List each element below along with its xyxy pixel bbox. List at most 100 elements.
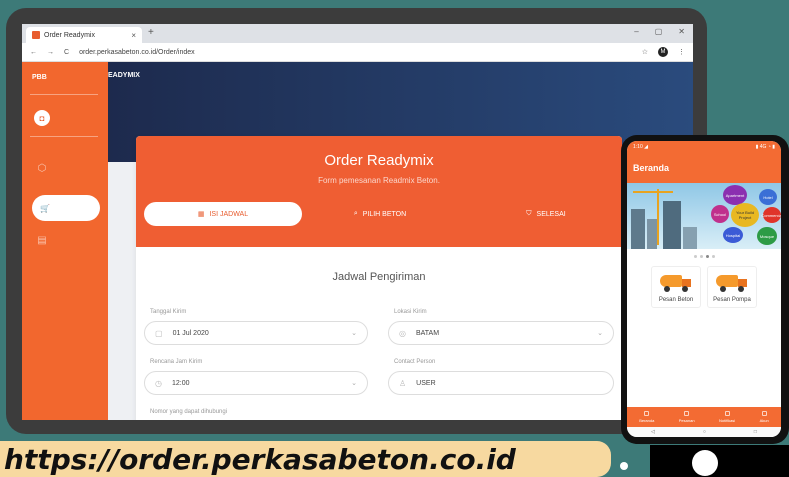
calendar-icon: ▦ [197,211,205,218]
chevron-down-icon: ⌄ [351,330,357,337]
tanggal-value: 01 Jul 2020 [172,329,209,337]
browser-tab[interactable]: Order Readymix × [26,27,142,43]
sidebar: PBB ◘ ⬡ 🛒 ▤ [22,62,108,420]
jam-value: 12:00 [171,379,190,387]
orders-icon [684,411,690,416]
step-pilih-beton[interactable]: ⌕ PILIH BETON [340,202,420,226]
crane-arm-shape [633,191,673,193]
jam-label: Rencana Jam Kirim [150,359,203,365]
back-button[interactable]: ← [30,49,37,56]
reload-button[interactable]: C [64,49,69,56]
nav-notifikasi[interactable]: Notifikasi [719,411,735,423]
building-shape [631,209,645,249]
web-app: EADYMIX PBB ◘ ⬡ 🛒 ▤ Order Readymix Form … [22,62,693,420]
brand-label: PBB [32,74,47,81]
phone-screen: 1:10 ◢ ▮ 4G ◔ ▮ Beranda Apartment Hotel … [627,141,781,437]
user-icon: ♙ [399,378,407,388]
tab-title: Order Readymix [44,31,95,39]
nav-label: Notifikasi [718,418,736,423]
jam-kirim-select[interactable]: ◷ 12:00 ⌄ [144,371,368,395]
window-controls: – ▢ ✕ [634,27,685,36]
lokasi-kirim-select[interactable]: ◎ BATAM ⌄ [388,321,614,345]
pesan-beton-button[interactable]: Pesan Beton [651,266,701,308]
bubble-hotel: Hotel [759,189,777,205]
phone-status-bar: 1:10 ◢ ▮ 4G ◔ ▮ [627,141,781,153]
page-title: Order Readymix [324,152,434,169]
sidebar-item-order[interactable]: 🛒 [32,195,100,221]
device-base [650,445,789,477]
pesan-pompa-label: Pesan Pompa [713,297,751,303]
phone-bottom-nav: Beranda Pesanan Notifikasi Akun [627,407,781,427]
carousel-dot[interactable] [699,255,703,258]
chevron-down-icon: ⌄ [351,380,357,387]
profile-avatar[interactable]: M [658,47,668,57]
url-input[interactable]: order.perkasabeton.co.id/Order/index [79,49,632,56]
tab-bar: Order Readymix × + – ▢ ✕ [22,24,693,43]
system-recents-button[interactable]: □ [754,429,757,435]
phone-frame: 1:10 ◢ ▮ 4G ◔ ▮ Beranda Apartment Hotel … [621,135,789,444]
laptop-frame: Order Readymix × + – ▢ ✕ ← → C order.per… [6,8,707,434]
company-logo: ◘ [34,110,50,126]
home-icon [644,411,650,416]
status-icons: ▮ 4G ◔ ▮ [755,144,775,150]
lokasi-label: Lokasi Kirim [394,309,427,315]
url-banner: https://order.perkasabeton.co.id [0,441,611,477]
browser-window: Order Readymix × + – ▢ ✕ ← → C order.per… [22,24,693,420]
cart-icon: 🛒 [40,203,50,213]
step-isi-jadwal[interactable]: ▦ ISI JADWAL [144,202,302,226]
location-pin-icon: ◎ [399,328,406,338]
sidebar-divider [30,94,98,95]
nav-label: Pesanan [678,418,695,423]
close-window-button[interactable]: ✕ [678,27,685,36]
close-tab-icon[interactable]: × [131,31,136,40]
nav-pesanan[interactable]: Pesanan [679,411,695,423]
phone-title: Beranda [633,163,670,173]
browser-menu-icon[interactable]: ⋮ [678,48,685,56]
decorative-dot [620,462,628,470]
bubble-school: School [711,205,729,223]
bubble-hospital: Hospital [723,227,743,243]
bell-icon [724,411,730,416]
tanggal-label: Tanggal Kirim [150,309,187,315]
building-shape [663,201,681,249]
step-label: SELESAI [536,210,566,218]
phone-menu: Pesan Beton Pesan Pompa [627,266,781,308]
contact-value: USER [416,379,436,387]
maximize-button[interactable]: ▢ [655,27,663,36]
crane-shape [657,189,659,245]
pesan-pompa-button[interactable]: Pesan Pompa [707,266,757,308]
contact-label: Contact Person [394,359,436,365]
forward-button[interactable]: → [47,49,54,56]
system-back-button[interactable]: ◁ [651,429,655,435]
contact-person-input[interactable]: ♙ USER [388,371,614,395]
step-selesai[interactable]: ⛉ SELESAI [506,202,586,226]
minimize-button[interactable]: – [634,27,638,36]
status-time: 1:10 ◢ [633,144,648,150]
nav-akun[interactable]: Akun [760,411,769,423]
carousel-dot-active[interactable] [705,255,709,258]
carousel-dots [627,255,781,258]
pump-truck-icon [716,273,748,293]
hero-carousel[interactable]: Apartment Hotel School Your Build Projec… [627,183,781,249]
bubble-commercial: Commercial [761,207,781,223]
system-home-button[interactable]: ○ [703,429,706,435]
new-tab-button[interactable]: + [148,27,154,38]
cube-icon[interactable]: ⬡ [36,162,48,174]
order-card: Order Readymix Form pemesanan Readmix Be… [136,136,622,420]
building-shape [647,219,657,249]
phone-system-nav: ◁ ○ □ [627,427,781,437]
search-icon: ⌕ [353,210,358,217]
address-bar: ← → C order.perkasabeton.co.id/Order/ind… [22,43,693,62]
tanggal-kirim-select[interactable]: ▢ 01 Jul 2020 ⌄ [144,321,368,345]
carousel-dot[interactable] [693,255,697,258]
carousel-dot[interactable] [711,255,715,258]
building-shape [683,227,697,249]
chevron-down-icon: ⌄ [597,330,603,337]
bubble-apartment: Apartment [723,185,747,205]
section-title: Jadwal Pengiriman [332,271,426,283]
bookmark-star-icon[interactable]: ☆ [642,48,648,56]
step-label: ISI JADWAL [209,210,249,218]
nav-beranda[interactable]: Beranda [639,411,654,423]
cart-icon: ⛉ [526,210,532,217]
list-icon[interactable]: ▤ [36,234,48,246]
